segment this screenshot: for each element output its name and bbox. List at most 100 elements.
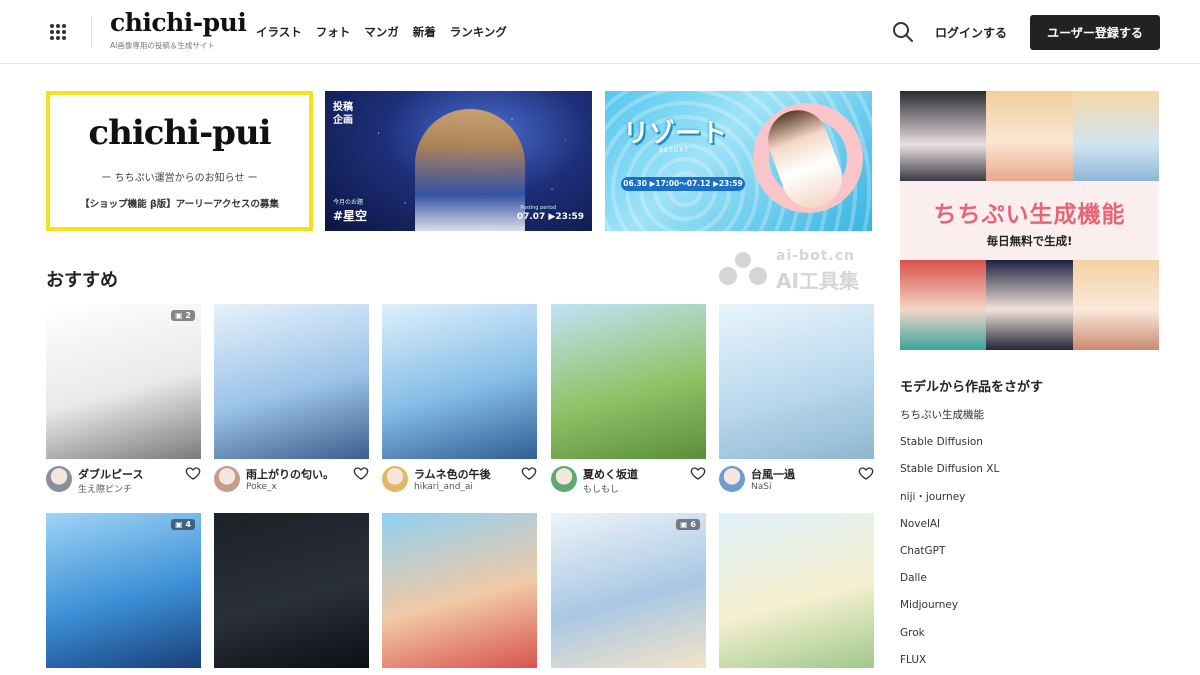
artwork-card: ラムネ色の午後 hikari_and_ai [382, 304, 537, 500]
artwork-username[interactable]: NaSi [751, 482, 851, 492]
nav-manga[interactable]: マンガ [364, 24, 399, 40]
recommended-title: おすすめ [46, 270, 118, 291]
side-banner-image [986, 91, 1073, 181]
artwork-title[interactable]: ダブルピース [78, 466, 178, 482]
heart-icon[interactable] [353, 465, 369, 481]
artwork-thumbnail[interactable] [382, 304, 537, 459]
artwork-card: 雨上がりの匂い。 Poke_x [214, 304, 369, 500]
side-banner-image [900, 91, 987, 181]
models-list: ちちぷい生成機能 Stable Diffusion Stable Diffusion… [900, 402, 999, 674]
site-header: chichi-pui AI画像専用の投稿＆生成サイト イラスト フォト マンガ … [0, 0, 1200, 64]
image-count-badge: ▣ 2 [171, 310, 195, 321]
artwork-card [382, 513, 537, 668]
artwork-meta: 台風一過 NaSi [719, 464, 874, 500]
heart-icon[interactable] [521, 465, 537, 481]
watermark-name: AI工具集 [776, 269, 859, 293]
heart-icon[interactable] [858, 465, 874, 481]
artwork-card [214, 513, 369, 668]
artwork-meta: ダブルピース 生え際ピンチ [46, 464, 201, 500]
search-icon[interactable] [891, 20, 915, 44]
artwork-title[interactable]: 雨上がりの匂い。 [246, 466, 346, 482]
login-link[interactable]: ログインする [935, 24, 1007, 41]
site-logo[interactable]: chichi-pui AI画像専用の投稿＆生成サイト [110, 8, 247, 51]
nav-photo[interactable]: フォト [316, 24, 351, 40]
artwork-thumbnail[interactable]: ▣ 6 [551, 513, 706, 668]
logo-tagline: AI画像専用の投稿＆生成サイト [110, 41, 215, 50]
side-banner-image [1072, 260, 1159, 350]
model-link[interactable]: niji・journey [900, 484, 999, 511]
image-count-badge: ▣ 6 [676, 519, 700, 530]
artwork-title[interactable]: ラムネ色の午後 [414, 466, 514, 482]
nav-illust[interactable]: イラスト [256, 24, 302, 40]
model-link[interactable]: ちちぷい生成機能 [900, 402, 999, 429]
model-link[interactable]: Stable Diffusion XL [900, 456, 999, 483]
artwork-meta: 夏めく坂道 もしもし [551, 464, 706, 500]
side-banner-bottom-images [900, 260, 1159, 350]
artwork-card: ▣ 4 [46, 513, 201, 668]
banner-subtitle: ー ちちぷい運営からのお知らせ ー [101, 173, 258, 184]
user-avatar[interactable] [719, 466, 745, 492]
user-avatar[interactable] [214, 466, 240, 492]
artwork-card [719, 513, 874, 668]
artwork-thumbnail[interactable] [214, 304, 369, 459]
artwork-card: 夏めく坂道 もしもし [551, 304, 706, 500]
artwork-username[interactable]: Poke_x [246, 482, 346, 492]
register-button[interactable]: ユーザー登録する [1030, 15, 1160, 50]
banner-resort-contest[interactable]: リゾート RESORT 06.30 ▶17:00～07.12 ▶23:59 [605, 91, 872, 231]
model-link[interactable]: Stable Diffusion [900, 429, 999, 456]
model-link[interactable]: FLUX [900, 647, 999, 674]
contest-badge: 投稿企画 [333, 102, 353, 126]
model-link[interactable]: Midjourney [900, 592, 999, 619]
artwork-username[interactable]: もしもし [583, 482, 683, 495]
artwork-username[interactable]: hikari_and_ai [414, 482, 514, 492]
artwork-title[interactable]: 台風一過 [751, 466, 851, 482]
side-banner-top-images [900, 91, 1159, 181]
artwork-thumbnail[interactable] [551, 304, 706, 459]
side-banner-generator[interactable]: ちちぷい生成機能 毎日無料で生成! [900, 91, 1159, 350]
artwork-title[interactable]: 夏めく坂道 [583, 466, 683, 482]
heart-icon[interactable] [690, 465, 706, 481]
watermark: ai-bot.cn AI工具集 [716, 248, 891, 293]
contest-period-label: Posting period [520, 205, 556, 211]
header-divider [91, 16, 92, 48]
user-avatar[interactable] [382, 466, 408, 492]
side-banner-subtitle: 毎日無料で生成! [986, 234, 1073, 248]
contest-theme: #星空 [333, 209, 368, 223]
artwork-card: ▣ 2 ダブルピース 生え際ピンチ [46, 304, 201, 500]
artwork-thumbnail[interactable] [214, 513, 369, 668]
resort-date: 06.30 ▶17:00～07.12 ▶23:59 [621, 177, 745, 191]
image-count-badge: ▣ 4 [171, 519, 195, 530]
banner-announcement[interactable]: chichi-pui ー ちちぷい運営からのお知らせ ー 【ショップ機能 β版】… [46, 91, 313, 231]
artwork-thumbnail[interactable]: ▣ 4 [46, 513, 201, 668]
nav-ranking[interactable]: ランキング [450, 24, 507, 40]
resort-title: リゾート [623, 119, 728, 149]
banner-starry-sky-contest[interactable]: 投稿企画 今月のお題 #星空 Posting period 07.07 ▶23:… [325, 91, 592, 231]
artwork-username[interactable]: 生え際ピンチ [78, 482, 178, 495]
artwork-meta: 雨上がりの匂い。 Poke_x [214, 464, 369, 500]
models-title: モデルから作品をさがす [900, 380, 1044, 395]
grid-menu-icon[interactable] [50, 24, 66, 40]
artwork-card: ▣ 6 [551, 513, 706, 668]
contest-date: 07.07 ▶23:59 [516, 212, 584, 222]
nav-new[interactable]: 新着 [413, 24, 436, 40]
watermark-url: ai-bot.cn [776, 248, 855, 264]
banner-illustration [415, 109, 525, 231]
banner-description: 【ショップ機能 β版】アーリーアクセスの募集 [80, 199, 279, 210]
artwork-card: 台風一過 NaSi [719, 304, 874, 500]
artwork-thumbnail[interactable] [382, 513, 537, 668]
resort-subtitle: RESORT [659, 147, 689, 154]
model-link[interactable]: Dalle [900, 565, 999, 592]
artwork-thumbnail[interactable] [719, 513, 874, 668]
user-avatar[interactable] [46, 466, 72, 492]
banner-logo: chichi-pui [88, 113, 271, 153]
artwork-thumbnail[interactable]: ▣ 2 [46, 304, 201, 459]
model-link[interactable]: Grok [900, 620, 999, 647]
user-avatar[interactable] [551, 466, 577, 492]
side-banner-image [900, 260, 987, 350]
artwork-meta: ラムネ色の午後 hikari_and_ai [382, 464, 537, 500]
model-link[interactable]: NovelAI [900, 511, 999, 538]
watermark-logo-icon [719, 252, 767, 285]
heart-icon[interactable] [185, 465, 201, 481]
model-link[interactable]: ChatGPT [900, 538, 999, 565]
artwork-thumbnail[interactable] [719, 304, 874, 459]
